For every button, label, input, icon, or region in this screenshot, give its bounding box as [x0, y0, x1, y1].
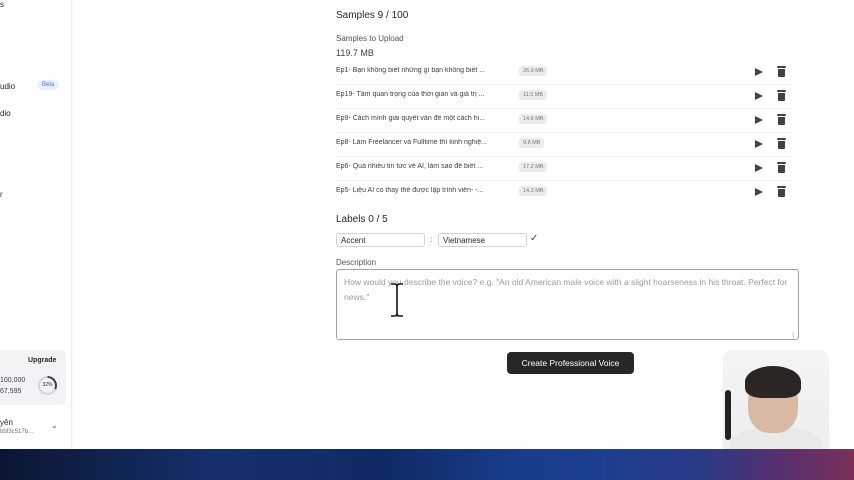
sample-name: Ep19- Tầm quan trọng của thời gian và gi… — [336, 91, 485, 98]
sidebar-item-2[interactable]: dio — [0, 109, 11, 118]
trash-icon[interactable] — [777, 66, 786, 77]
samples-title: Samples 9 / 100 — [336, 10, 409, 21]
trash-icon[interactable] — [777, 186, 786, 197]
play-icon[interactable] — [755, 92, 763, 100]
user-id: bbf3c517b... — [0, 429, 34, 435]
sidebar-item-3[interactable]: r — [0, 190, 3, 199]
label-key-input[interactable] — [336, 233, 425, 247]
desktop-wallpaper-strip — [0, 449, 854, 480]
sample-name: Ep6- Quá nhiều tin tức về AI, làm sao để… — [336, 163, 484, 170]
label-value-input[interactable] — [438, 233, 527, 247]
sample-size-badge: 14.3 MB — [519, 186, 548, 196]
sample-row: Ep8- Làm Freelancer và Fulltime thì kinh… — [336, 133, 792, 157]
play-icon[interactable] — [755, 164, 763, 172]
description-textarea[interactable] — [336, 269, 799, 340]
chevron-down-icon[interactable]: ⌄ — [51, 421, 58, 430]
sample-size-badge: 11.5 MB — [519, 90, 548, 100]
checkmark-icon[interactable]: ✓ — [530, 233, 538, 244]
upgrade-link[interactable]: Upgrade — [28, 357, 56, 364]
sample-name: Ep9- Cách mình giải quyết vấn đề một các… — [336, 115, 486, 122]
usage-percent: 32% — [40, 378, 55, 393]
sample-row: Ep9- Cách mình giải quyết vấn đề một các… — [336, 109, 792, 133]
create-professional-voice-button[interactable]: Create Professional Voice — [507, 352, 634, 374]
user-name[interactable]: yên — [0, 418, 13, 427]
trash-icon[interactable] — [777, 90, 786, 101]
sample-size-badge: 17.2 MB — [519, 162, 548, 172]
sample-row: Ep19- Tầm quan trọng của thời gian và gi… — [336, 85, 792, 109]
webcam-overlay — [723, 350, 829, 457]
labels-title: Labels 0 / 5 — [336, 214, 388, 225]
presenter-hair — [745, 366, 801, 398]
sample-name: Ep1- Bạn không biết những gì bạn không b… — [336, 67, 486, 74]
sample-row: Ep6- Quá nhiều tin tức về AI, làm sao để… — [336, 157, 792, 181]
samples-total-size: 119.7 MB — [336, 48, 374, 58]
description-label: Description — [336, 258, 377, 267]
play-icon[interactable] — [755, 140, 763, 148]
play-icon[interactable] — [755, 116, 763, 124]
microphone-arm — [725, 390, 731, 440]
sidebar: s udio Beta dio r Upgrade 100,000 67,595… — [0, 0, 72, 449]
sidebar-item-0[interactable]: s — [0, 0, 4, 9]
credits-remaining: 67,595 — [0, 388, 22, 395]
credits-total: 100,000 — [0, 377, 26, 384]
sample-size-badge: 14.9 MB — [519, 114, 548, 124]
sample-row: Ep1- Bạn không biết những gì bạn không b… — [336, 61, 792, 85]
sidebar-item-1[interactable]: udio — [0, 82, 15, 91]
label-separator: : — [430, 235, 433, 244]
play-icon[interactable] — [755, 68, 763, 76]
beta-badge: Beta — [37, 80, 60, 90]
usage-progress-ring: 32% — [38, 376, 57, 395]
text-cursor-icon — [391, 283, 403, 317]
play-icon[interactable] — [755, 188, 763, 196]
samples-upload-label: Samples to Upload — [336, 34, 404, 43]
trash-icon[interactable] — [777, 114, 786, 125]
sample-row: Ep5- Liệu AI có thay thế được lập trình … — [336, 181, 792, 205]
trash-icon[interactable] — [777, 162, 786, 173]
sample-size-badge: 26.9 MB — [519, 66, 548, 76]
trash-icon[interactable] — [777, 138, 786, 149]
sample-size-badge: 9.8 MB — [519, 138, 545, 148]
sample-name: Ep5- Liệu AI có thay thế được lập trình … — [336, 187, 484, 194]
sample-name: Ep8- Làm Freelancer và Fulltime thì kinh… — [336, 139, 487, 146]
resize-handle-icon[interactable]: ∖ — [791, 332, 795, 339]
